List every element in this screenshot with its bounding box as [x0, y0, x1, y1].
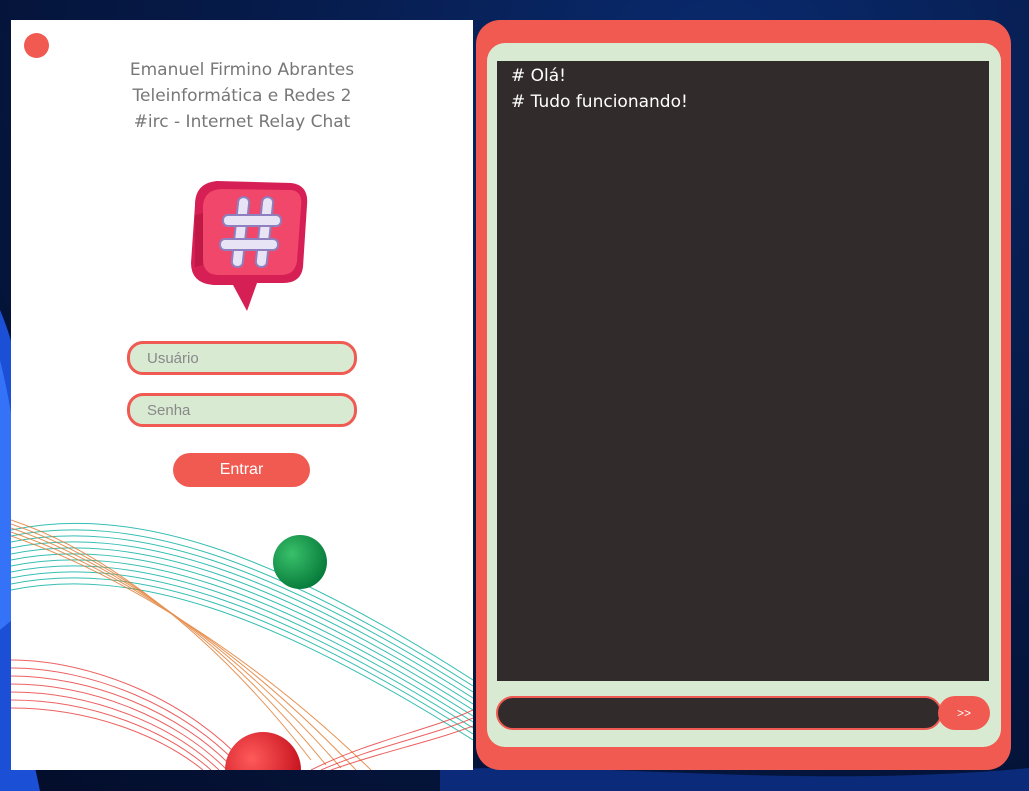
- password-field[interactable]: [127, 393, 357, 427]
- username-field[interactable]: [127, 341, 357, 375]
- login-header: Emanuel Firmino Abrantes Teleinformática…: [11, 57, 473, 135]
- chat-container: # Olá! # Tudo funcionando! >>: [487, 43, 1001, 747]
- chat-log[interactable]: # Olá! # Tudo funcionando!: [497, 61, 989, 681]
- login-panel: Emanuel Firmino Abrantes Teleinformática…: [11, 20, 473, 770]
- chat-message: # Olá!: [511, 66, 566, 86]
- author-name: Emanuel Firmino Abrantes: [129, 60, 355, 80]
- login-button[interactable]: Entrar: [173, 453, 310, 487]
- wave-art: [11, 519, 473, 770]
- username-input[interactable]: [130, 344, 354, 372]
- chat-message: # Tudo funcionando!: [511, 92, 688, 112]
- chat-panel: # Olá! # Tudo funcionando! >>: [476, 20, 1011, 770]
- password-input[interactable]: [130, 396, 354, 424]
- red-dot-icon[interactable]: [24, 33, 49, 58]
- course-name: Teleinformática e Redes 2: [132, 86, 352, 106]
- app-subtitle: #irc - Internet Relay Chat: [133, 112, 351, 132]
- send-button[interactable]: >>: [938, 696, 990, 730]
- hashtag-chat-bubble-icon: [191, 181, 308, 311]
- message-input[interactable]: [496, 696, 942, 730]
